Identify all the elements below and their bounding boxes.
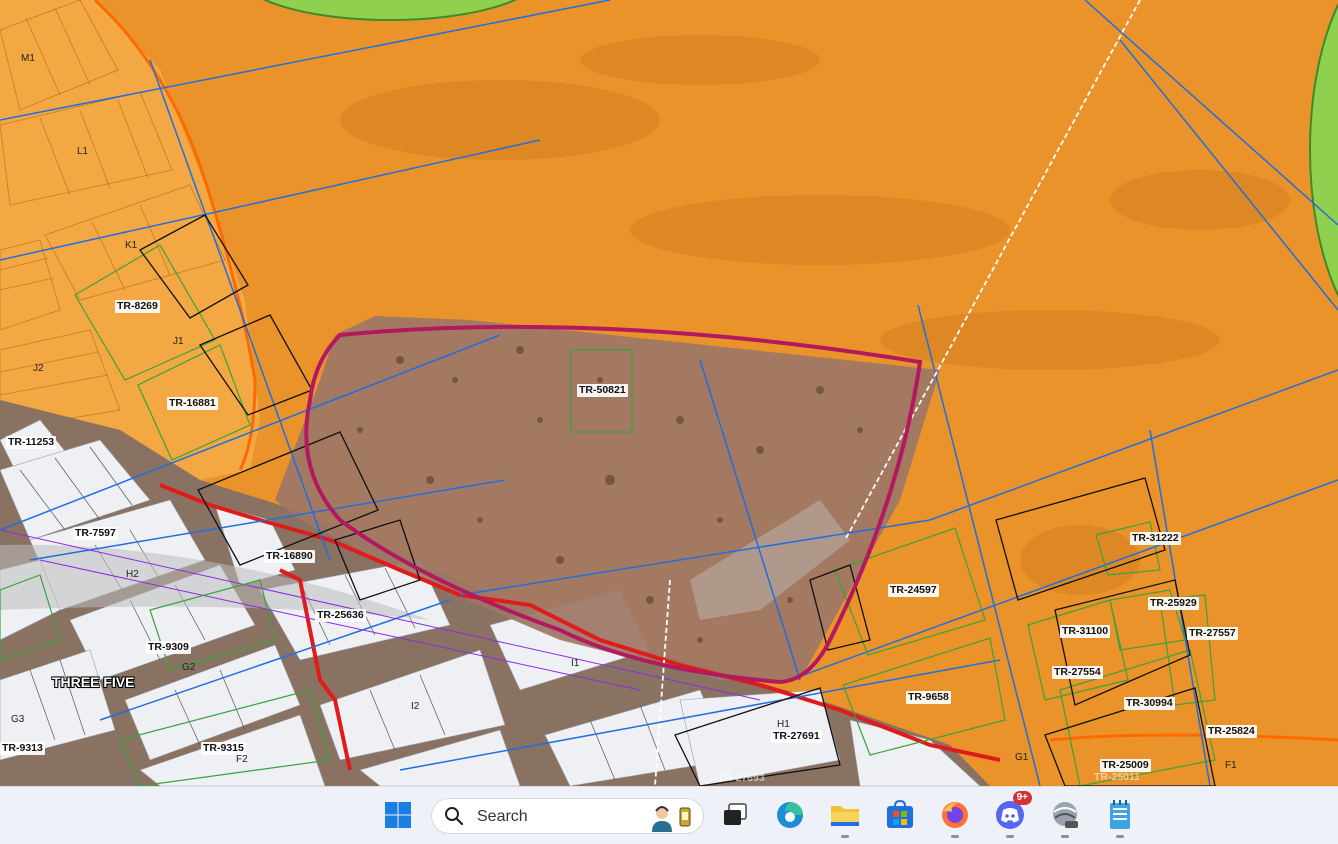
taskbar: Search 9+ xyxy=(0,786,1338,844)
parcel-label: TR-9313 xyxy=(0,742,45,755)
parcel-label: M1 xyxy=(21,53,35,64)
parcel-label: TR-25929 xyxy=(1148,597,1199,610)
parcel-label: TR-27554 xyxy=(1052,666,1103,679)
parcel-label: F2 xyxy=(236,754,248,765)
parcel-label: F1 xyxy=(1225,760,1237,771)
parcel-label: TR-31222 xyxy=(1130,532,1181,545)
parcel-label: H2 xyxy=(126,569,139,580)
parcel-label: J2 xyxy=(33,363,44,374)
map-view[interactable]: M1 L1 K1 J1 J2 TR-8269 TR-16881 TR-11253… xyxy=(0,0,1338,786)
parcel-label: K1 xyxy=(125,240,138,251)
running-indicator xyxy=(1116,835,1124,838)
parcel-label: TR-9309 xyxy=(146,641,191,654)
store-icon xyxy=(887,800,913,828)
parcel-label: TR-25011 xyxy=(1094,771,1141,783)
windows-logo-icon xyxy=(385,802,411,828)
parcel-label: G2 xyxy=(182,662,196,673)
parcel-label: I1 xyxy=(571,658,580,669)
start-button[interactable] xyxy=(378,795,418,835)
notepad-button[interactable] xyxy=(1100,795,1140,838)
map-canvas[interactable] xyxy=(0,0,1338,786)
parcel-label: TR-25636 xyxy=(315,609,366,622)
edge-browser-icon xyxy=(777,802,803,828)
arcgis-pro-icon xyxy=(1053,802,1078,828)
parcel-label: TR-11253 xyxy=(6,436,57,449)
running-indicator xyxy=(1006,835,1014,838)
parcel-label: J1 xyxy=(173,336,184,347)
running-indicator xyxy=(841,835,849,838)
parcel-label: TR-8269 xyxy=(115,300,160,313)
task-view-icon xyxy=(724,803,747,825)
search-highlight-icon xyxy=(652,806,691,832)
search-icon xyxy=(445,807,464,826)
parcel-label: TR-30994 xyxy=(1124,697,1175,710)
area-label-three-five: THREE FIVE xyxy=(52,674,135,690)
store-button[interactable] xyxy=(880,795,920,835)
parcel-label: TR-31100 xyxy=(1060,625,1111,638)
notepad-icon xyxy=(1110,800,1130,829)
firefox-icon xyxy=(942,802,968,828)
parcel-label: I2 xyxy=(411,701,420,712)
parcel-label: TR-27557 xyxy=(1187,627,1238,640)
parcel-label: TR-24597 xyxy=(888,584,939,597)
running-indicator xyxy=(1061,835,1069,838)
parcel-label: G1 xyxy=(1015,752,1029,763)
notification-badge: 9+ xyxy=(1012,791,1032,805)
parcel-label: TR-25824 xyxy=(1206,725,1257,738)
parcel-label: TR-16881 xyxy=(167,397,218,410)
search-box[interactable]: Search xyxy=(431,798,704,834)
discord-button[interactable]: 9+ xyxy=(990,791,1032,838)
search-placeholder: Search xyxy=(477,808,528,825)
arcgis-pro-button[interactable] xyxy=(1045,795,1085,838)
file-explorer-button[interactable] xyxy=(825,795,865,838)
parcel-label-tr-50821: TR-50821 xyxy=(577,384,628,397)
parcel-label: TR-9658 xyxy=(906,691,951,704)
parcel-label: G3 xyxy=(11,714,25,725)
edge-button[interactable] xyxy=(770,795,810,835)
parcel-label: TR-7597 xyxy=(73,527,118,540)
parcel-label: TR-27691 xyxy=(771,730,822,743)
parcel-label: L1 xyxy=(77,146,89,157)
folder-icon xyxy=(831,806,859,826)
task-view-button[interactable] xyxy=(715,795,755,835)
firefox-button[interactable] xyxy=(935,795,975,838)
parcel-label: TR-16890 xyxy=(264,550,315,563)
parcel-label: TR-27693 xyxy=(718,772,765,784)
running-indicator xyxy=(951,835,959,838)
